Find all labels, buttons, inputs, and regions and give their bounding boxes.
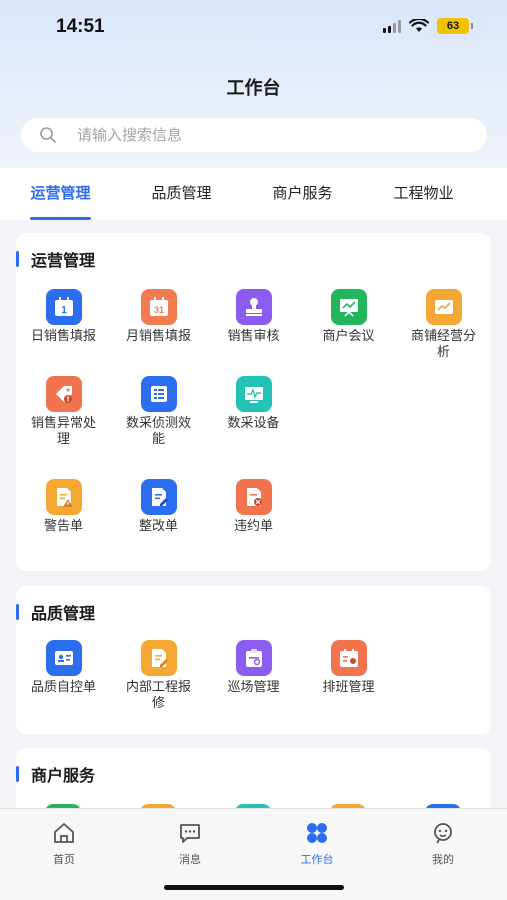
message-icon — [180, 824, 200, 843]
sales-exception-item[interactable]: 销售异常处理 — [16, 376, 111, 448]
daily-sales-item[interactable]: 1 日销售填报 — [16, 289, 111, 345]
schedule-management-item[interactable]: 排班管理 — [301, 640, 396, 696]
item-label: 数采设备 — [227, 416, 280, 431]
nav-label: 工作台 — [300, 853, 334, 866]
wifi-icon — [409, 19, 429, 32]
sales-review-item[interactable]: 销售审核 — [206, 289, 301, 345]
breach-doc-icon — [235, 479, 272, 515]
section-title: 运营管理 — [16, 249, 95, 270]
operations-card: 运营管理 1 日销售填报 31 月销售填报 销售审核 商户会议 商铺经营分析 销… — [16, 233, 491, 571]
patrol-management-item[interactable]: 巡场管理 — [206, 640, 301, 696]
category-tabs: 运营管理 品质管理 商户服务 工程物业 — [0, 168, 507, 220]
data-detection-item[interactable]: 数采侦测效能 — [111, 376, 206, 448]
tag-alert-icon — [45, 376, 82, 412]
quality-card: 品质管理 品质自控单 内部工程报修 巡场管理 排班管理 — [16, 586, 491, 734]
schedule-icon — [330, 640, 367, 676]
shop-analysis-item[interactable]: 商铺经营分析 — [396, 289, 491, 361]
section-title: 品质管理 — [16, 602, 95, 623]
nav-label: 首页 — [53, 853, 75, 866]
tab-quality[interactable]: 品质管理 — [121, 168, 242, 220]
item-label: 品质自控单 — [30, 680, 96, 695]
item-label: 商户会议 — [322, 329, 375, 344]
item-label: 违约单 — [233, 519, 273, 534]
calendar-day-icon: 1 — [45, 289, 82, 325]
battery-icon: 63 — [437, 18, 469, 34]
tab-engineering[interactable]: 工程物业 — [363, 168, 484, 220]
patrol-clipboard-icon — [235, 640, 272, 676]
cellular-signal-icon — [383, 19, 401, 33]
item-label: 排班管理 — [322, 680, 375, 695]
stamp-icon — [235, 289, 272, 325]
status-bar: 14:51 63 — [0, 0, 507, 56]
nav-home[interactable]: 首页 — [24, 821, 104, 867]
item-label: 日销售填报 — [30, 329, 96, 344]
item-label: 巡场管理 — [227, 680, 280, 695]
battery-tip — [471, 23, 473, 29]
nav-workbench[interactable]: 工作台 — [277, 821, 357, 867]
nav-label: 消息 — [179, 853, 201, 866]
item-label: 数采侦测效能 — [125, 416, 191, 447]
calendar-month-icon: 31 — [140, 289, 177, 325]
nav-profile[interactable]: 我的 — [403, 821, 483, 867]
item-label: 警告单 — [43, 519, 83, 534]
profile-icon — [434, 823, 452, 844]
analysis-chart-icon — [425, 289, 462, 325]
search-input[interactable] — [77, 126, 437, 144]
breach-order-item[interactable]: 违约单 — [206, 479, 301, 535]
nav-label: 我的 — [432, 853, 454, 866]
presentation-icon — [330, 289, 367, 325]
status-icons: 63 — [383, 18, 473, 34]
item-label: 整改单 — [138, 519, 178, 534]
workbench-icon — [307, 823, 327, 843]
item-label: 销售审核 — [227, 329, 280, 344]
svg-text:1: 1 — [61, 305, 67, 316]
home-icon — [54, 823, 74, 843]
monitor-pulse-icon — [235, 376, 272, 412]
repair-doc-icon — [140, 640, 177, 676]
quality-self-check-item[interactable]: 品质自控单 — [16, 640, 111, 696]
home-indicator — [164, 885, 344, 890]
page-title: 工作台 — [226, 78, 281, 99]
nav-messages[interactable]: 消息 — [150, 821, 230, 867]
edit-doc-icon — [140, 479, 177, 515]
search-bar[interactable] — [21, 118, 487, 152]
section-title: 商户服务 — [16, 764, 95, 785]
rectification-order-item[interactable]: 整改单 — [111, 479, 206, 535]
item-label: 销售异常处理 — [30, 416, 96, 447]
data-device-item[interactable]: 数采设备 — [206, 376, 301, 432]
monthly-sales-item[interactable]: 31 月销售填报 — [111, 289, 206, 345]
warning-doc-icon — [45, 479, 82, 515]
id-card-icon — [45, 640, 82, 676]
tab-merchant[interactable]: 商户服务 — [242, 168, 363, 220]
tab-operations[interactable]: 运营管理 — [0, 168, 121, 220]
status-time: 14:51 — [56, 16, 105, 37]
merchant-meeting-item[interactable]: 商户会议 — [301, 289, 396, 345]
search-icon — [40, 127, 56, 143]
item-label: 月销售填报 — [125, 329, 191, 344]
data-list-icon — [140, 376, 177, 412]
warning-order-item[interactable]: 警告单 — [16, 479, 111, 535]
internal-repair-item[interactable]: 内部工程报修 — [111, 640, 206, 712]
item-label: 内部工程报修 — [125, 680, 191, 711]
item-label: 商铺经营分析 — [410, 329, 476, 360]
svg-text:31: 31 — [153, 305, 163, 315]
